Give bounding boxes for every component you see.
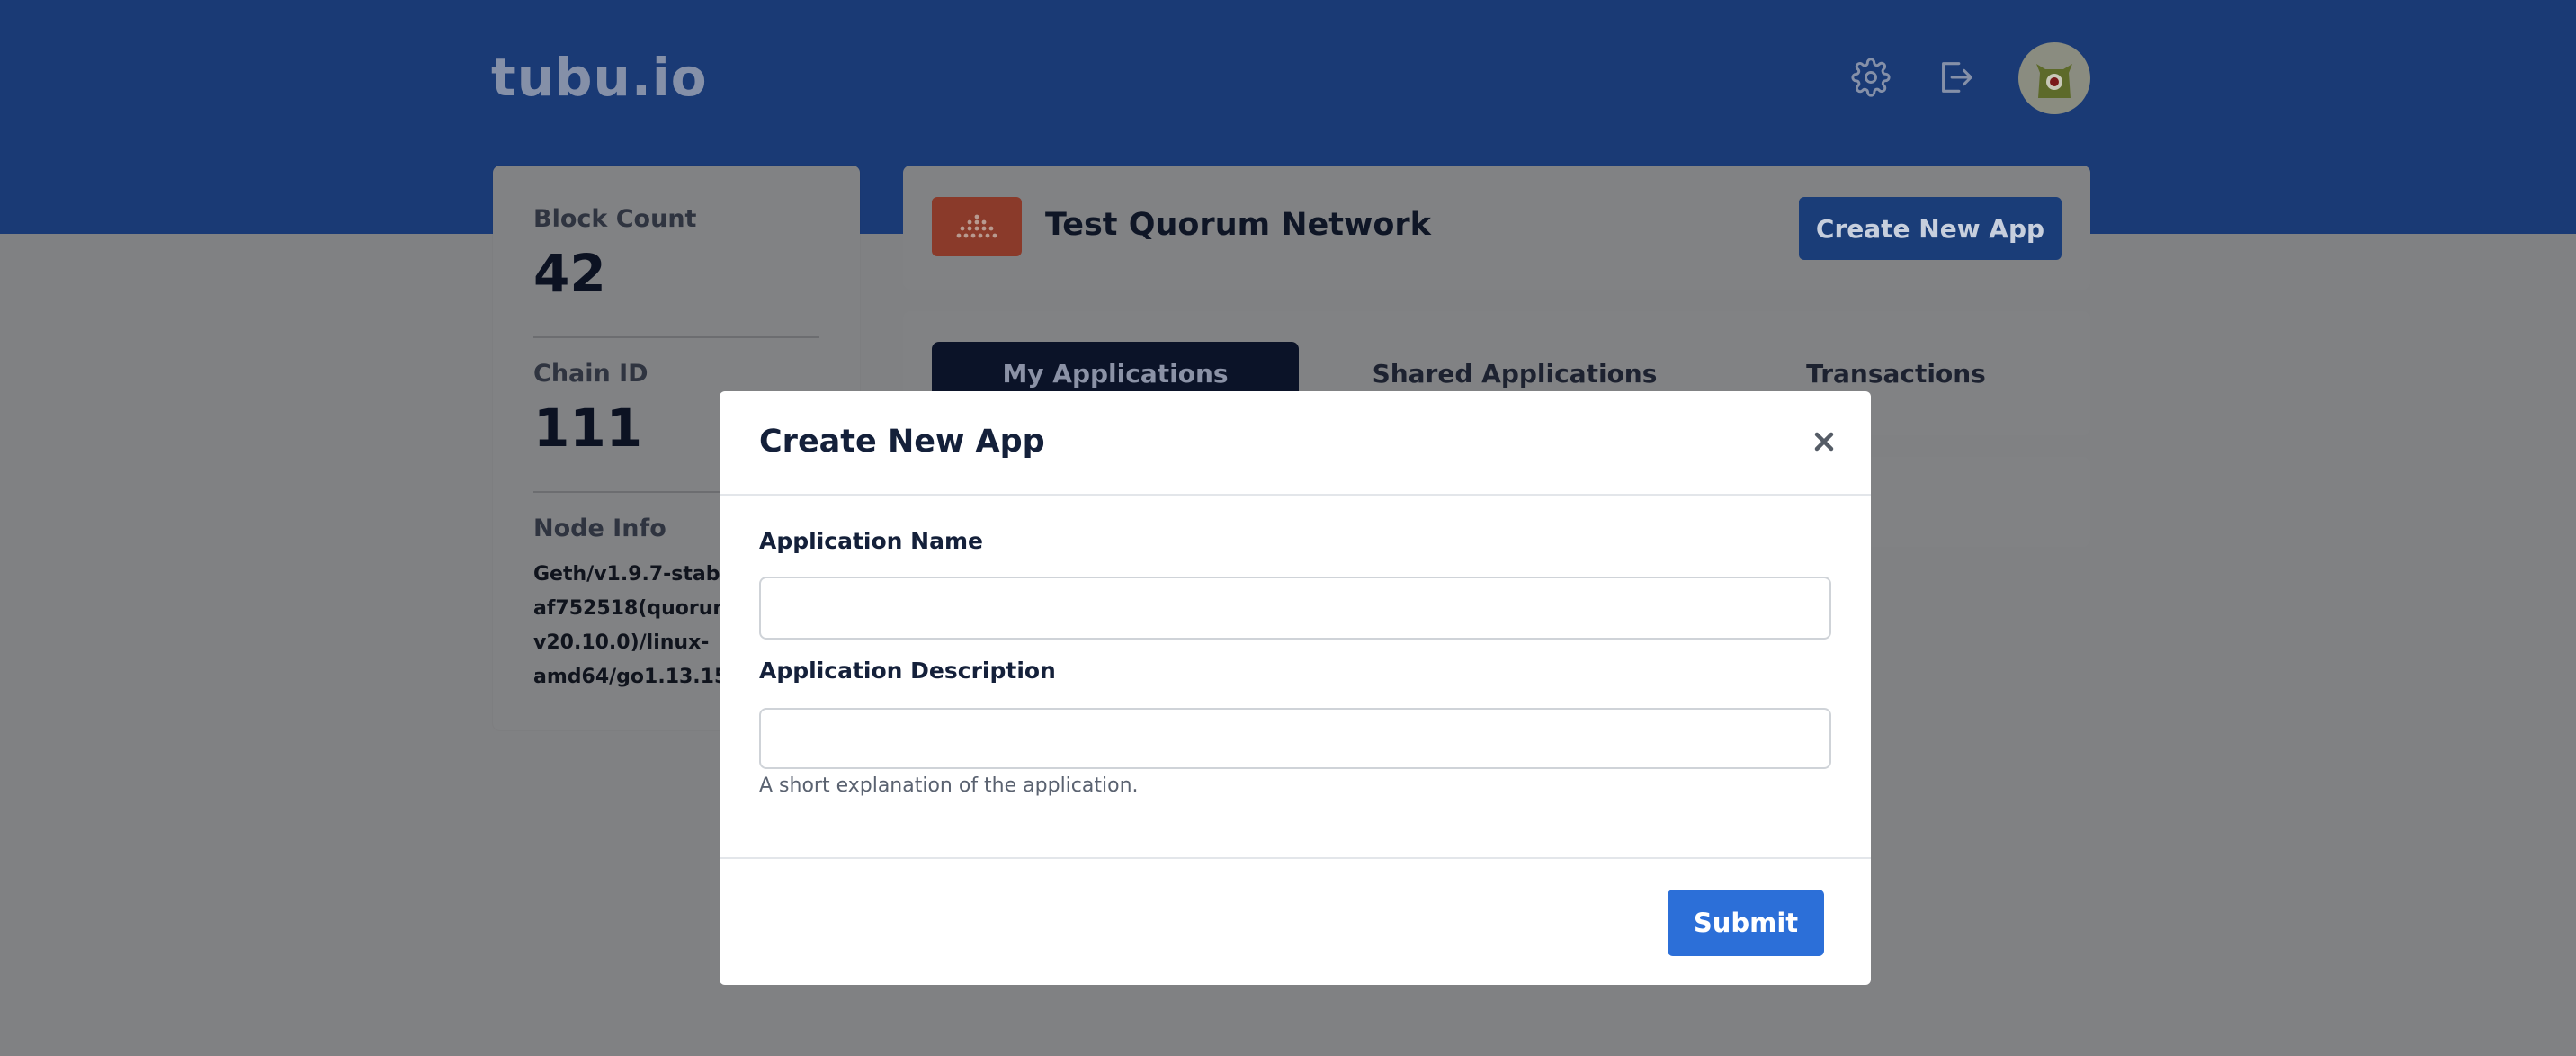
node-info-label: Node Info bbox=[533, 515, 666, 542]
modal-header: Create New App bbox=[720, 391, 1871, 496]
close-button[interactable] bbox=[1806, 424, 1842, 460]
create-app-modal: Create New App Application Name Applicat… bbox=[720, 391, 1871, 985]
node-info-value: Geth/v1.9.7-stable-af752518(quorum-v20.1… bbox=[533, 563, 749, 688]
gear-icon bbox=[1851, 58, 1891, 97]
application-description-label: Application Description bbox=[759, 658, 1056, 684]
submit-button[interactable]: Submit bbox=[1668, 890, 1824, 956]
logo[interactable]: tubu.io bbox=[491, 47, 708, 108]
logout-icon bbox=[1942, 62, 1972, 93]
network-logo-icon bbox=[956, 214, 997, 238]
avatar[interactable] bbox=[2018, 42, 2090, 114]
chain-id-value: 111 bbox=[533, 398, 643, 459]
chain-id-label: Chain ID bbox=[533, 360, 648, 388]
divider bbox=[533, 336, 819, 338]
settings-button[interactable] bbox=[1847, 54, 1894, 101]
application-description-input[interactable] bbox=[759, 708, 1831, 769]
application-name-label: Application Name bbox=[759, 528, 983, 554]
modal-footer-divider bbox=[720, 857, 1871, 859]
create-new-app-button[interactable]: Create New App bbox=[1799, 197, 2062, 260]
close-icon bbox=[1814, 432, 1834, 452]
application-name-input[interactable] bbox=[759, 577, 1831, 640]
network-logo bbox=[932, 197, 1022, 256]
logout-button[interactable] bbox=[1932, 54, 1979, 101]
modal-title: Create New App bbox=[759, 424, 1045, 460]
block-count-value: 42 bbox=[533, 243, 606, 304]
network-title: Test Quorum Network bbox=[1045, 207, 1431, 243]
monster-avatar-icon bbox=[2036, 64, 2072, 98]
block-count-label: Block Count bbox=[533, 205, 697, 233]
application-description-help: A short explanation of the application. bbox=[759, 774, 1139, 797]
network-header-card: Test Quorum Network Create New App bbox=[903, 166, 2090, 290]
